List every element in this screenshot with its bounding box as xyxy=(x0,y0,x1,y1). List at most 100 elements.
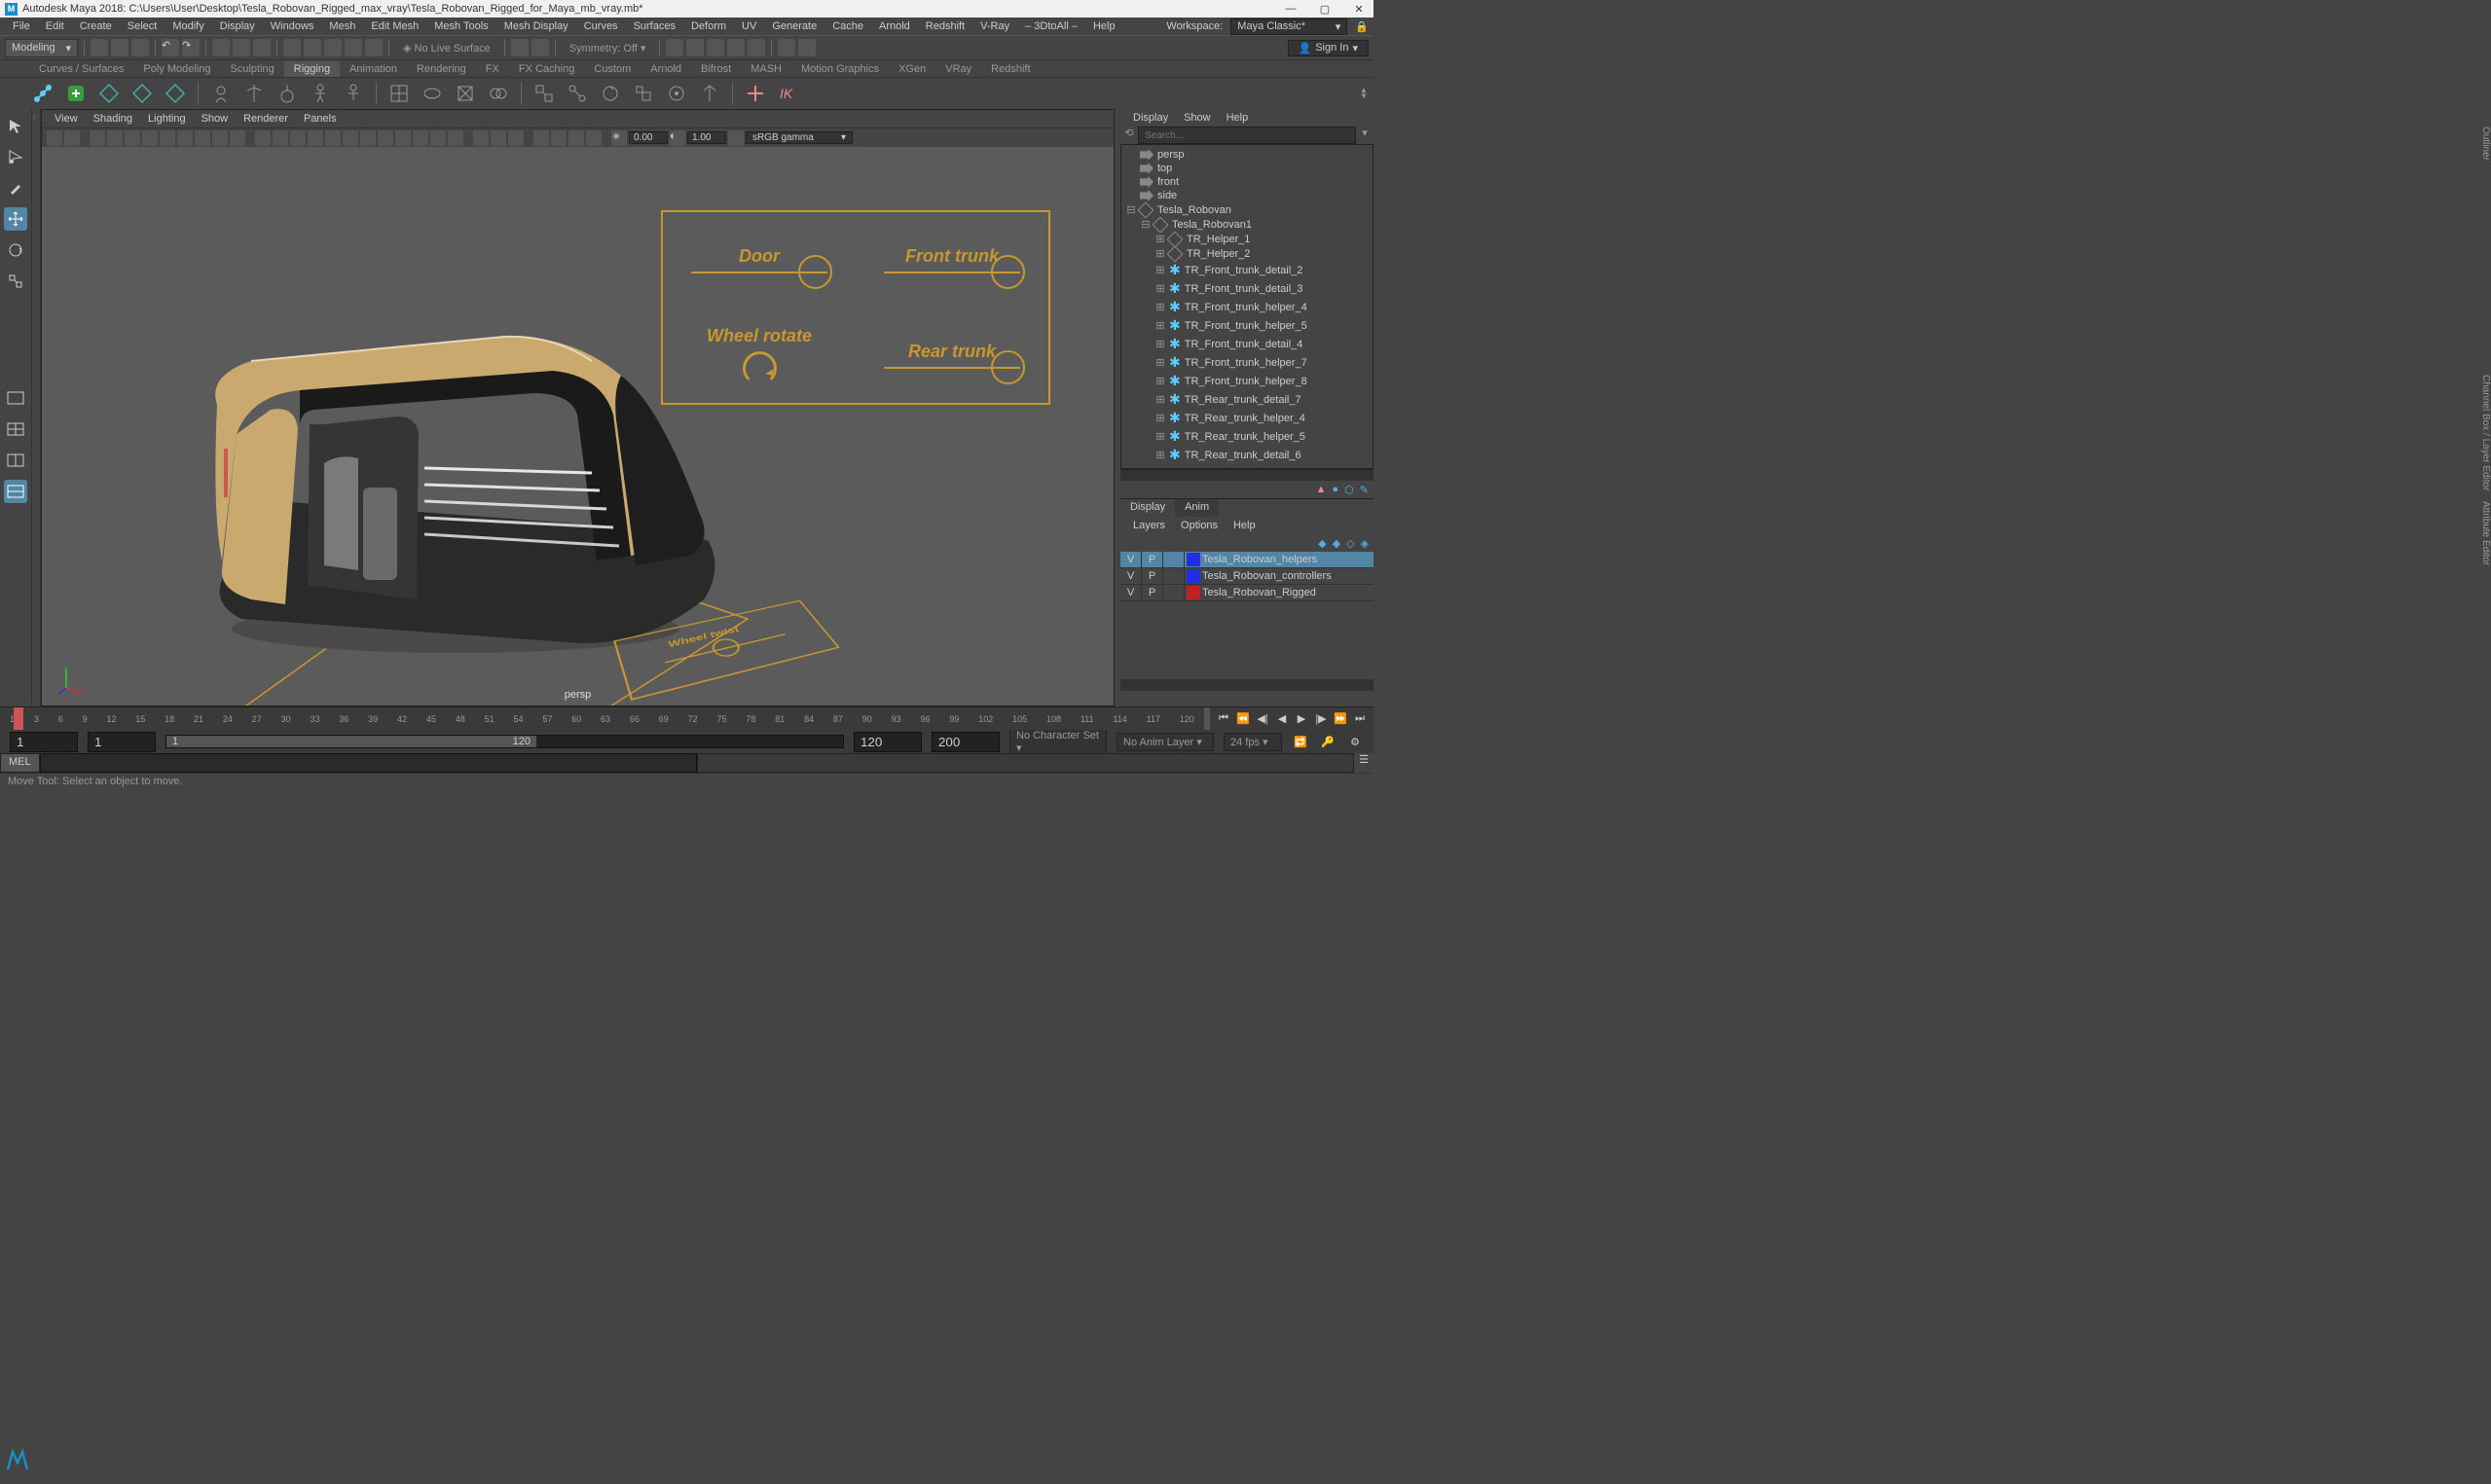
construction-icon[interactable] xyxy=(531,39,549,56)
view-xray-joints-icon[interactable] xyxy=(378,130,393,146)
new-scene-icon[interactable] xyxy=(91,39,108,56)
lasso-tool-icon[interactable] xyxy=(4,145,27,168)
range-start-inner[interactable] xyxy=(88,732,156,752)
shelf-bind-icon[interactable] xyxy=(240,80,268,107)
view-textured-icon[interactable] xyxy=(290,130,306,146)
outliner-item[interactable]: persp xyxy=(1121,148,1373,162)
character-set-selector[interactable]: No Character Set ▾ xyxy=(1009,727,1107,757)
outliner-item[interactable]: ⊟Tesla_Robovan xyxy=(1121,202,1373,217)
anim-layer-selector[interactable]: No Anim Layer ▾ xyxy=(1117,733,1214,751)
channel-icon-4[interactable]: ✎ xyxy=(1360,484,1369,496)
sidebar-gutter[interactable]: ⁞ xyxy=(32,109,41,706)
tab-display[interactable]: Display xyxy=(1120,499,1175,517)
view-dof-icon[interactable] xyxy=(448,130,463,146)
undo-icon[interactable]: ↶ xyxy=(162,39,179,56)
shelf-tab-fx-caching[interactable]: FX Caching xyxy=(509,61,584,77)
shelf-insert-joint-icon[interactable] xyxy=(62,80,90,107)
layer-menu-options[interactable]: Options xyxy=(1173,520,1226,531)
shelf-blend-icon[interactable] xyxy=(485,80,512,107)
outliner-hscroll[interactable] xyxy=(1120,469,1374,481)
shelf-paint-weights-icon[interactable] xyxy=(274,80,301,107)
prefs-icon[interactable]: ⚙ xyxy=(1346,733,1364,750)
view-subd-icon[interactable] xyxy=(568,130,584,146)
outliner-item[interactable]: front xyxy=(1121,175,1373,189)
exposure-icon[interactable]: ☀ xyxy=(611,130,627,146)
outliner-item[interactable]: ⊞TR_Helper_2 xyxy=(1121,246,1373,261)
menu-windows[interactable]: Windows xyxy=(263,20,322,32)
menu-surfaces[interactable]: Surfaces xyxy=(626,20,683,32)
view-menu-shading[interactable]: Shading xyxy=(86,113,140,125)
scale-tool-icon[interactable] xyxy=(4,270,27,293)
shelf-tab-rendering[interactable]: Rendering xyxy=(407,61,476,77)
menu-redshift[interactable]: Redshift xyxy=(918,20,972,32)
view-exposure-icon[interactable] xyxy=(473,130,489,146)
outliner-menu-display[interactable]: Display xyxy=(1125,112,1176,124)
gamma-value[interactable]: 1.00 xyxy=(687,131,726,144)
view-isolate-icon[interactable] xyxy=(343,130,358,146)
close-button[interactable]: ✕ xyxy=(1349,3,1369,16)
shelf-tab-curves-surfaces[interactable]: Curves / Surfaces xyxy=(29,61,133,77)
view-color-icon[interactable] xyxy=(508,130,524,146)
current-time-indicator[interactable] xyxy=(14,707,23,730)
view-nurbs-icon[interactable] xyxy=(551,130,567,146)
menu-arnold[interactable]: Arnold xyxy=(871,20,918,32)
outliner-menu-show[interactable]: Show xyxy=(1176,112,1219,124)
snap-curve-icon[interactable] xyxy=(304,39,321,56)
move-tool-icon[interactable] xyxy=(4,207,27,231)
view-res-gate-icon[interactable] xyxy=(177,130,193,146)
shelf-cluster-icon[interactable] xyxy=(419,80,446,107)
save-scene-icon[interactable] xyxy=(131,39,149,56)
menu-curves[interactable]: Curves xyxy=(576,20,626,32)
redo-icon[interactable]: ↷ xyxy=(182,39,200,56)
time-slider[interactable]: 1369121518212427303336394245485154576063… xyxy=(0,706,1374,730)
paint-select-icon[interactable] xyxy=(253,39,271,56)
range-end-outer[interactable] xyxy=(932,732,1000,752)
view-xray-icon[interactable] xyxy=(360,130,376,146)
render-icon[interactable] xyxy=(666,39,683,56)
shelf-tab-xgen[interactable]: XGen xyxy=(889,61,935,77)
rig-door-slider[interactable] xyxy=(691,271,827,273)
shelf-constraint-orient-icon[interactable] xyxy=(597,80,624,107)
live-surface[interactable]: ◈ No Live Surface xyxy=(395,40,498,56)
channel-icon-2[interactable]: ● xyxy=(1333,484,1339,495)
step-forward-icon[interactable]: |▶ xyxy=(1312,710,1330,728)
view-select-camera-icon[interactable] xyxy=(47,130,62,146)
maximize-button[interactable]: ▢ xyxy=(1315,3,1335,16)
outliner-item[interactable]: top xyxy=(1121,162,1373,175)
channel-icon-3[interactable]: ⬡ xyxy=(1344,484,1354,496)
view-menu-renderer[interactable]: Renderer xyxy=(236,113,296,125)
layout-two-icon[interactable] xyxy=(4,449,27,472)
history-icon[interactable] xyxy=(511,39,529,56)
shelf-constraint-pole-icon[interactable] xyxy=(696,80,723,107)
view-bookmark-icon[interactable] xyxy=(90,130,105,146)
gamma-icon[interactable]: ◐ xyxy=(670,130,685,146)
view-lights-icon[interactable] xyxy=(308,130,323,146)
outliner-item[interactable]: ⊞✱TR_Front_trunk_helper_8 xyxy=(1121,372,1373,390)
view-field-chart-icon[interactable] xyxy=(212,130,228,146)
signin-button[interactable]: 👤 Sign In ▾ xyxy=(1288,40,1369,56)
view-menu-lighting[interactable]: Lighting xyxy=(140,113,194,125)
menu--dtoall-[interactable]: – 3DtoAll – xyxy=(1017,20,1085,32)
menu-select[interactable]: Select xyxy=(120,20,165,32)
layer-menu-layers[interactable]: Layers xyxy=(1125,520,1173,531)
view-menu-panels[interactable]: Panels xyxy=(296,113,345,125)
gamma-selector[interactable]: sRGB gamma▾ xyxy=(746,131,853,144)
view-lock-icon[interactable] xyxy=(64,130,80,146)
range-start-outer[interactable] xyxy=(10,732,78,752)
shelf-constraint-scale-icon[interactable] xyxy=(630,80,657,107)
lasso-icon[interactable] xyxy=(233,39,250,56)
outliner-item[interactable]: ⊞✱TR_Front_trunk_detail_3 xyxy=(1121,279,1373,298)
shelf-tab-vray[interactable]: VRay xyxy=(935,61,981,77)
view-motion-blur-icon[interactable] xyxy=(413,130,428,146)
play-forward-icon[interactable]: ▶ xyxy=(1293,710,1310,728)
panel-layout-icon[interactable] xyxy=(778,39,795,56)
layer-row[interactable]: VPTesla_Robovan_controllers xyxy=(1120,568,1374,585)
shelf-tab-bifrost[interactable]: Bifrost xyxy=(691,61,741,77)
menu-modify[interactable]: Modify xyxy=(165,20,211,32)
shelf-ik-icon[interactable] xyxy=(95,80,123,107)
shelf-skin-icon[interactable] xyxy=(207,80,235,107)
layer-row[interactable]: VPTesla_Robovan_Rigged xyxy=(1120,585,1374,601)
ipr-icon[interactable] xyxy=(686,39,704,56)
loop-icon[interactable]: 🔁 xyxy=(1292,733,1309,750)
view-shaded-icon[interactable] xyxy=(273,130,288,146)
